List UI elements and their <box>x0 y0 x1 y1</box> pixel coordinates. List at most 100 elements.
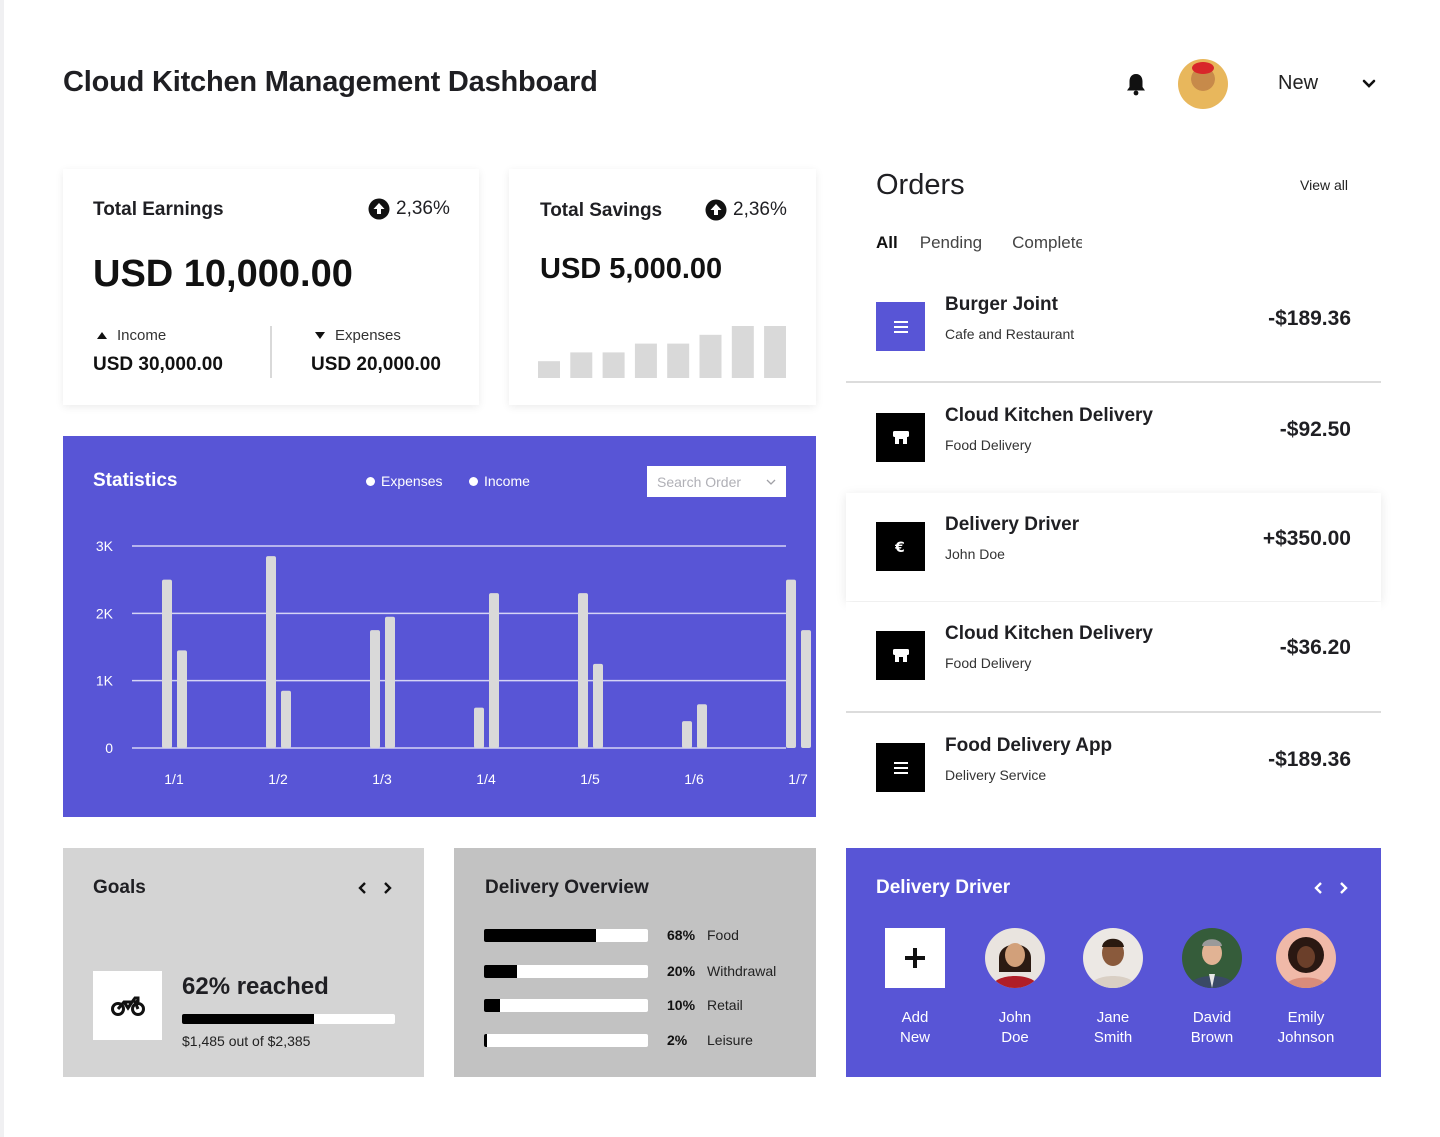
user-menu-label[interactable]: New <box>1278 72 1318 95</box>
bar-expenses[interactable] <box>682 721 692 748</box>
statistics-title: Statistics <box>93 470 178 491</box>
bar-income[interactable] <box>177 650 187 748</box>
x-tick-label: 1/5 <box>580 771 600 787</box>
expenses-label-text: Expenses <box>335 327 401 344</box>
chevron-down-icon[interactable] <box>1361 76 1377 92</box>
order-item[interactable]: Burger Joint Cafe and Restaurant -$189.3… <box>846 273 1381 381</box>
add-driver-button[interactable] <box>885 928 945 988</box>
savings-bar <box>699 334 722 378</box>
savings-bar <box>667 343 690 378</box>
overview-label: Leisure <box>707 1032 753 1048</box>
order-item-selected[interactable]: € Delivery Driver John Doe +$350.00 <box>846 493 1381 601</box>
bar-income[interactable] <box>801 630 811 748</box>
y-tick-label: 2K <box>96 605 114 621</box>
y-tick-label: 0 <box>105 740 113 756</box>
carousel-arrows <box>358 882 392 894</box>
overview-label: Withdrawal <box>707 963 777 979</box>
order-name: Delivery Driver <box>945 514 1080 535</box>
tab-pending[interactable]: Pending <box>920 233 982 253</box>
order-amount: -$92.50 <box>1279 418 1351 441</box>
bar-income[interactable] <box>489 593 499 748</box>
chevron-right-icon[interactable] <box>384 882 392 894</box>
bar-expenses[interactable] <box>370 630 380 748</box>
menu-icon <box>876 302 925 351</box>
bar-income[interactable] <box>281 690 291 748</box>
goals-panel: Goals 62% reached $1,485 out of $2,385 <box>63 848 424 1077</box>
savings-title: Total Savings <box>540 200 663 221</box>
bar-income[interactable] <box>593 663 603 748</box>
savings-change-value: 2,36% <box>733 199 787 220</box>
savings-bar <box>764 326 786 378</box>
order-name: Food Delivery App <box>945 735 1113 756</box>
savings-bar <box>634 343 657 378</box>
arrow-up-circle-icon <box>705 199 727 221</box>
driver-avatar[interactable] <box>985 928 1045 988</box>
statistics-bar-chart: 0 1K 2K 3K 1/1 1/2 1/3 1/4 1/5 1/6 1/7 <box>96 538 811 787</box>
legend-income: Income <box>469 473 530 489</box>
goal-reached-text: 62% reached <box>182 973 329 1000</box>
tab-completed[interactable]: Completed <box>1012 233 1082 253</box>
expenses-label: Expenses <box>315 327 401 344</box>
driver-name: John Doe <box>965 1008 1065 1048</box>
overview-percent: 68% <box>667 927 696 943</box>
menu-icon <box>876 743 925 792</box>
euro-icon: € <box>876 522 925 571</box>
savings-bar <box>731 326 754 378</box>
driver-avatar[interactable] <box>1083 928 1143 988</box>
order-subtitle: Delivery Service <box>945 767 1047 783</box>
add-driver-label-line1: Add <box>901 1009 929 1026</box>
user-avatar[interactable] <box>1178 59 1228 109</box>
driver-last-name: Johnson <box>1277 1029 1335 1046</box>
driver-name: Emily Johnson <box>1256 1008 1356 1048</box>
bar-expenses[interactable] <box>474 707 484 748</box>
driver-avatar[interactable] <box>1182 928 1242 988</box>
bar-expenses[interactable] <box>786 579 796 748</box>
expenses-value: USD 20,000.00 <box>311 354 441 375</box>
y-tick-label: 3K <box>96 538 114 554</box>
chevron-left-icon[interactable] <box>358 882 366 894</box>
statistics-panel: Statistics Expenses Income Search Order … <box>63 436 816 817</box>
order-item[interactable]: Cloud Kitchen Delivery Food Delivery -$9… <box>846 384 1381 492</box>
savings-bar <box>570 352 593 378</box>
triangle-up-icon <box>97 332 107 339</box>
overview-bar <box>484 999 648 1012</box>
overview-bar-fill <box>484 929 596 942</box>
legend-expenses: Expenses <box>366 473 442 489</box>
search-order-placeholder: Search Order <box>657 473 742 490</box>
overview-row: 20% Withdrawal <box>484 962 794 982</box>
goal-progress-bar <box>182 1014 395 1024</box>
driver-name: Jane Smith <box>1063 1008 1163 1048</box>
bar-income[interactable] <box>697 704 707 748</box>
income-value: USD 30,000.00 <box>93 354 223 375</box>
driver-last-name: Brown <box>1190 1029 1234 1046</box>
overview-bar <box>484 929 648 942</box>
tab-all[interactable]: All <box>876 233 898 253</box>
driver-first-name: Jane <box>1096 1009 1130 1026</box>
chevron-left-icon[interactable] <box>1314 882 1322 894</box>
savings-bar <box>538 361 560 378</box>
bar-expenses[interactable] <box>162 579 172 748</box>
bar-expenses[interactable] <box>578 593 588 748</box>
view-all-link[interactable]: View all <box>1300 177 1348 193</box>
earnings-change-value: 2,36% <box>396 198 450 219</box>
driver-avatar[interactable] <box>1276 928 1336 988</box>
bar-expenses[interactable] <box>266 556 276 748</box>
overview-percent: 10% <box>667 997 696 1013</box>
order-item[interactable]: Food Delivery App Delivery Service -$189… <box>846 714 1381 822</box>
search-order-select[interactable]: Search Order <box>647 466 786 497</box>
bell-icon[interactable] <box>1125 72 1147 96</box>
income-label-text: Income <box>117 327 167 344</box>
overview-row: 10% Retail <box>484 996 794 1016</box>
bar-income[interactable] <box>385 616 395 748</box>
order-item[interactable]: Cloud Kitchen Delivery Food Delivery -$3… <box>846 602 1381 710</box>
store-icon <box>876 413 925 462</box>
driver-name: David Brown <box>1162 1008 1262 1048</box>
page-edge <box>0 0 4 1137</box>
chevron-right-icon[interactable] <box>1340 882 1348 894</box>
x-tick-label: 1/1 <box>164 771 184 787</box>
overview-bar-fill <box>484 965 517 978</box>
order-amount: -$189.36 <box>1268 307 1351 330</box>
savings-mini-chart <box>538 326 786 378</box>
add-driver-label-line2: New <box>899 1029 930 1046</box>
driver-first-name: David <box>1192 1009 1232 1026</box>
